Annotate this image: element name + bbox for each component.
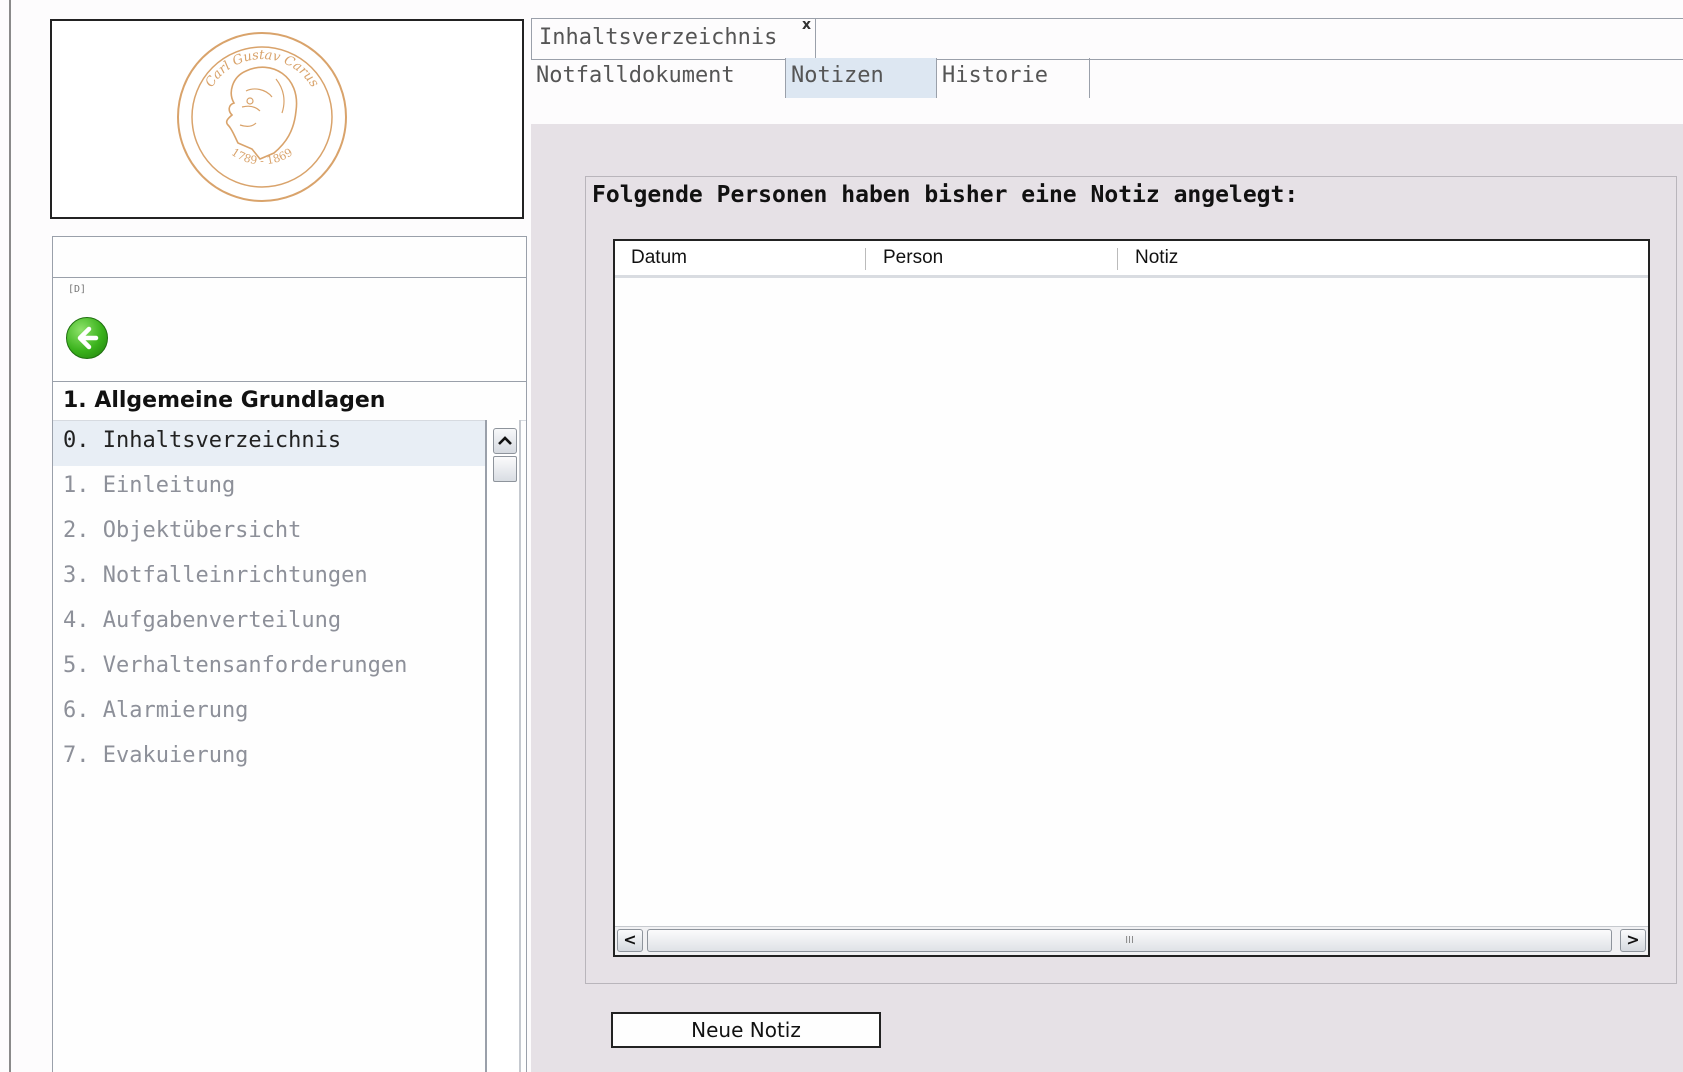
new-note-button[interactable]: Neue Notiz xyxy=(611,1012,881,1048)
scroll-up-icon[interactable] xyxy=(493,428,517,454)
sidebar-item-verhaltensanforderungen[interactable]: 5. Verhaltensanforderungen xyxy=(53,646,486,691)
column-divider[interactable] xyxy=(865,248,866,270)
sidebar-item-aufgabenverteilung[interactable]: 4. Aufgabenverteilung xyxy=(53,601,486,646)
notes-panel: Folgende Personen haben bisher eine Noti… xyxy=(531,124,1683,1072)
left-frame-rule xyxy=(9,0,11,1072)
svg-text:Carl Gustav Carus: Carl Gustav Carus xyxy=(203,48,322,90)
sidebar-item-alarmierung[interactable]: 6. Alarmierung xyxy=(53,691,486,736)
close-icon[interactable]: x xyxy=(802,17,811,33)
sidebar-vertical-scrollbar[interactable] xyxy=(485,420,521,1072)
notes-title: Folgende Personen haben bisher eine Noti… xyxy=(592,182,1299,208)
tab-inhaltsverzeichnis-label: Inhaltsverzeichnis xyxy=(539,25,778,50)
sidebar-item-einleitung[interactable]: 1. Einleitung xyxy=(53,466,486,511)
column-header-notiz[interactable]: Notiz xyxy=(1135,247,1178,269)
notes-horizontal-scrollbar[interactable]: < III > xyxy=(615,926,1648,955)
sidebar-tiny-label: [D] xyxy=(68,284,87,295)
column-header-datum[interactable]: Datum xyxy=(631,247,687,269)
sidebar-item-notfalleinrichtungen[interactable]: 3. Notfalleinrichtungen xyxy=(53,556,486,601)
sidebar-header xyxy=(53,237,526,278)
notes-table-header: Datum Person Notiz xyxy=(615,241,1648,278)
sidebar-toolbar: [D] xyxy=(53,278,526,382)
tab-notizen[interactable]: Notizen xyxy=(785,58,937,98)
notes-scroll-thumb[interactable]: III xyxy=(647,929,1612,952)
back-arrow-icon[interactable] xyxy=(66,317,108,359)
sidebar: [D] 1. Allgemeine Grundlagen 0. Inhaltsv… xyxy=(52,236,527,1072)
svg-text:1789 - 1869: 1789 - 1869 xyxy=(229,146,295,168)
logo-text-top: Carl Gustav Carus xyxy=(203,48,322,90)
sidebar-item-objektuebersicht[interactable]: 2. Objektübersicht xyxy=(53,511,486,556)
sidebar-section-title: 1. Allgemeine Grundlagen xyxy=(53,382,526,421)
logo-text-bottom: 1789 - 1869 xyxy=(229,146,295,168)
scroll-left-icon[interactable]: < xyxy=(617,929,643,952)
sidebar-scroll-thumb[interactable] xyxy=(493,456,517,482)
column-divider[interactable] xyxy=(1117,248,1118,270)
logo-panel: Carl Gustav Carus 1789 - 1869 xyxy=(50,19,524,219)
sidebar-chapter-list: 0. Inhaltsverzeichnis 1. Einleitung 2. O… xyxy=(53,421,486,781)
column-header-person[interactable]: Person xyxy=(883,247,943,269)
notes-group: Folgende Personen haben bisher eine Noti… xyxy=(585,176,1677,984)
tab-inhaltsverzeichnis[interactable]: Inhaltsverzeichnis x xyxy=(531,17,816,59)
sidebar-item-inhaltsverzeichnis[interactable]: 0. Inhaltsverzeichnis xyxy=(53,421,486,466)
document-tab-bar: Inhaltsverzeichnis x xyxy=(531,17,1683,60)
chevron-up-icon xyxy=(498,436,512,445)
tab-notfalldokument[interactable]: Notfalldokument xyxy=(531,58,786,98)
tab-historie[interactable]: Historie xyxy=(937,58,1090,98)
scroll-right-icon[interactable]: > xyxy=(1620,929,1646,952)
sidebar-item-evakuierung[interactable]: 7. Evakuierung xyxy=(53,736,486,781)
notes-table: Datum Person Notiz < III > xyxy=(613,239,1650,957)
carus-seal-logo: Carl Gustav Carus 1789 - 1869 xyxy=(177,32,347,202)
back-arrow-glyph xyxy=(77,326,99,350)
